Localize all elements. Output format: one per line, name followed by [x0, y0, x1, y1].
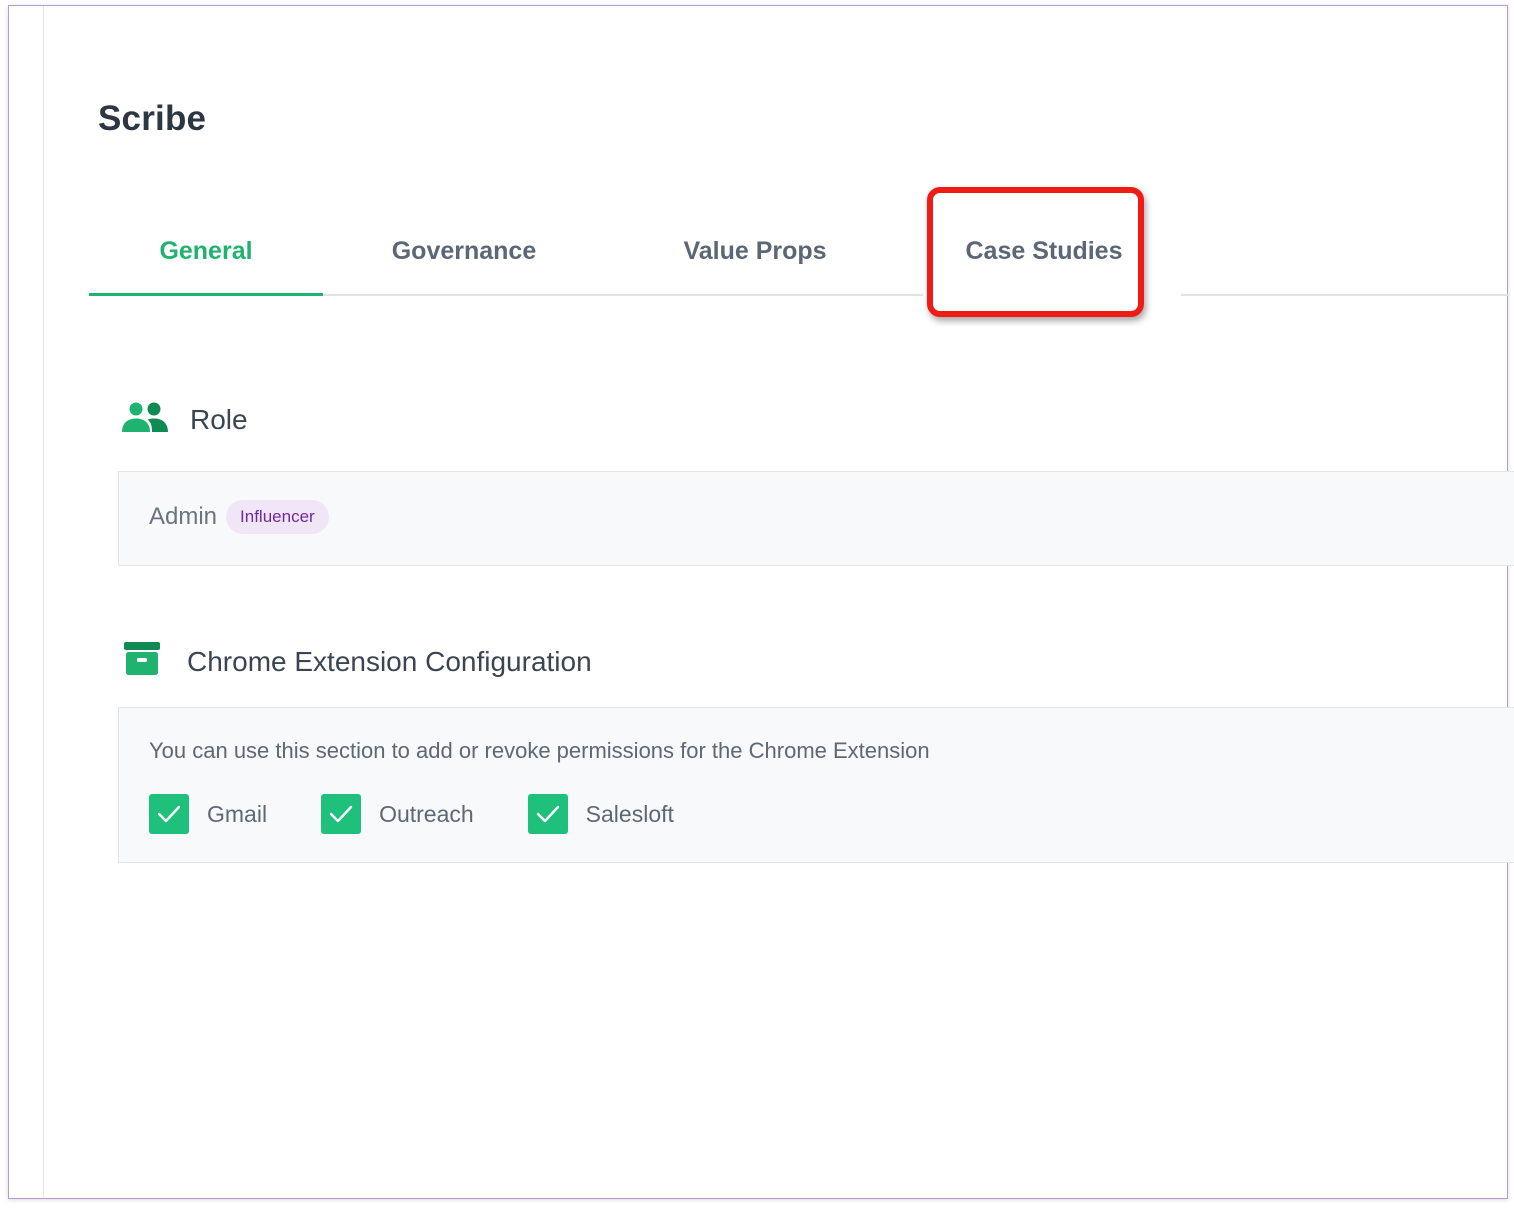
role-name: Admin [149, 503, 218, 530]
tab-value-props[interactable]: Value Props [605, 222, 905, 294]
gmail-label: Gmail [207, 800, 268, 827]
role-badge: Influencer [226, 500, 329, 534]
tab-baseline [323, 294, 923, 296]
tab-case-studies[interactable]: Case Studies [929, 222, 1159, 294]
page-frame: Scribe [8, 5, 1508, 1199]
chrome-extension-panel: You can use this section to add or revok… [118, 707, 1514, 863]
outreach-checkbox[interactable] [321, 794, 362, 834]
tab-bar: General Governance Value Props Case Stud… [89, 222, 1509, 296]
people-icon [121, 401, 169, 438]
chrome-extension-section-header: Chrome Extension Configuration [123, 641, 592, 682]
left-divider [43, 6, 44, 1198]
outreach-label: Outreach [379, 800, 474, 827]
role-section-title: Role [190, 403, 248, 435]
check-icon [157, 805, 181, 823]
page-title: Scribe [98, 99, 207, 138]
permission-salesloft[interactable]: Salesloft [527, 794, 674, 834]
permission-list: Gmail Outreach Salesloft [149, 794, 674, 834]
permission-outreach[interactable]: Outreach [321, 794, 474, 834]
permission-gmail[interactable]: Gmail [149, 794, 267, 834]
salesloft-label: Salesloft [585, 800, 674, 827]
tab-governance[interactable]: Governance [323, 222, 605, 294]
role-section-header: Role [121, 401, 248, 438]
role-row: Admin Influencer [149, 500, 329, 534]
gmail-checkbox[interactable] [149, 794, 189, 834]
chrome-extension-section-title: Chrome Extension Configuration [187, 645, 592, 677]
tab-baseline [1181, 294, 1509, 296]
salesloft-checkbox[interactable] [527, 794, 568, 834]
role-panel: Admin Influencer [118, 471, 1514, 566]
tab-general[interactable]: General [89, 222, 323, 296]
chrome-extension-description: You can use this section to add or revok… [149, 738, 930, 763]
archive-box-icon [123, 641, 161, 682]
check-icon [536, 805, 559, 823]
check-icon [329, 805, 353, 823]
